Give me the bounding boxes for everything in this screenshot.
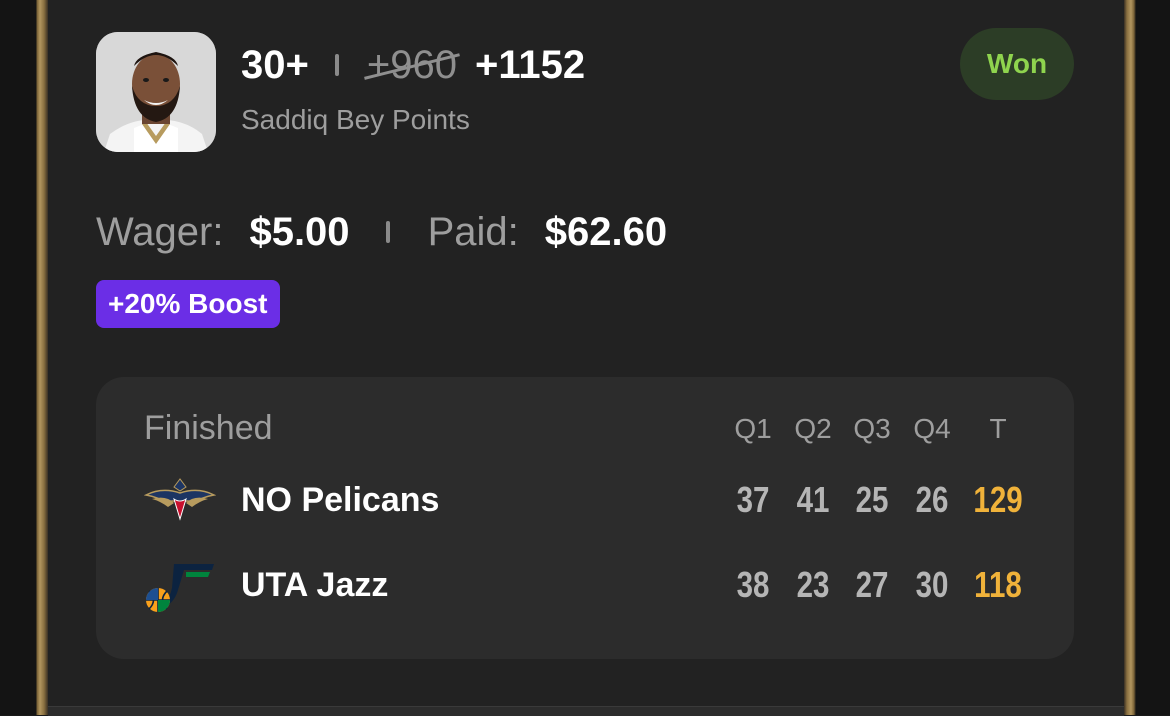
boosted-odds: +1152 bbox=[474, 42, 586, 87]
score-total: 129 bbox=[973, 479, 1023, 520]
player-headshot-icon bbox=[96, 32, 216, 152]
boost-badge: +20% Boost bbox=[96, 280, 280, 328]
header-total: T bbox=[989, 413, 1007, 444]
bet-line: 30+ bbox=[241, 42, 309, 87]
wager-row: Wager: $5.00 Paid: $62.60 bbox=[96, 205, 703, 259]
player-avatar bbox=[96, 32, 216, 152]
team-name: NO Pelicans bbox=[241, 481, 440, 519]
wager-amount: $5.00 bbox=[249, 209, 350, 254]
score-q1: 38 bbox=[736, 564, 770, 605]
pelicans-logo-icon bbox=[143, 473, 217, 533]
team-row-jazz: UTA Jazz 38 23 27 30 118 bbox=[96, 558, 1074, 618]
game-status: Finished bbox=[144, 409, 273, 447]
header-q4: Q4 bbox=[913, 413, 951, 444]
separator bbox=[385, 221, 390, 243]
original-odds: +960 bbox=[363, 43, 460, 88]
score-q2: 23 bbox=[796, 564, 830, 605]
header-q3: Q3 bbox=[853, 413, 891, 444]
gold-frame-right bbox=[1124, 0, 1170, 715]
score-q4: 26 bbox=[915, 479, 949, 520]
paid-label: Paid: bbox=[427, 209, 519, 254]
scoreboard[interactable]: Finished Q1 Q2 Q3 Q4 T NO Pelicans 37 41… bbox=[96, 377, 1074, 659]
market-name: Saddiq Bey Points bbox=[241, 104, 470, 135]
odds-row: 30+ +960 +1152 bbox=[241, 40, 585, 90]
team-row-pelicans: NO Pelicans 37 41 25 26 129 bbox=[96, 473, 1074, 533]
score-q3: 27 bbox=[855, 564, 889, 605]
paid-amount: $62.60 bbox=[544, 209, 668, 254]
team-name: UTA Jazz bbox=[241, 566, 389, 604]
score-q3: 25 bbox=[855, 479, 889, 520]
gold-frame-left bbox=[0, 0, 48, 715]
header-q1: Q1 bbox=[734, 413, 772, 444]
separator bbox=[334, 54, 339, 76]
jazz-logo-icon bbox=[144, 558, 216, 618]
result-badge: Won bbox=[960, 28, 1074, 100]
score-q1: 37 bbox=[736, 479, 770, 520]
score-q2: 41 bbox=[796, 479, 830, 520]
score-q4: 30 bbox=[915, 564, 949, 605]
score-total: 118 bbox=[974, 564, 1022, 605]
header-q2: Q2 bbox=[794, 413, 832, 444]
wager-label: Wager: bbox=[96, 209, 224, 254]
